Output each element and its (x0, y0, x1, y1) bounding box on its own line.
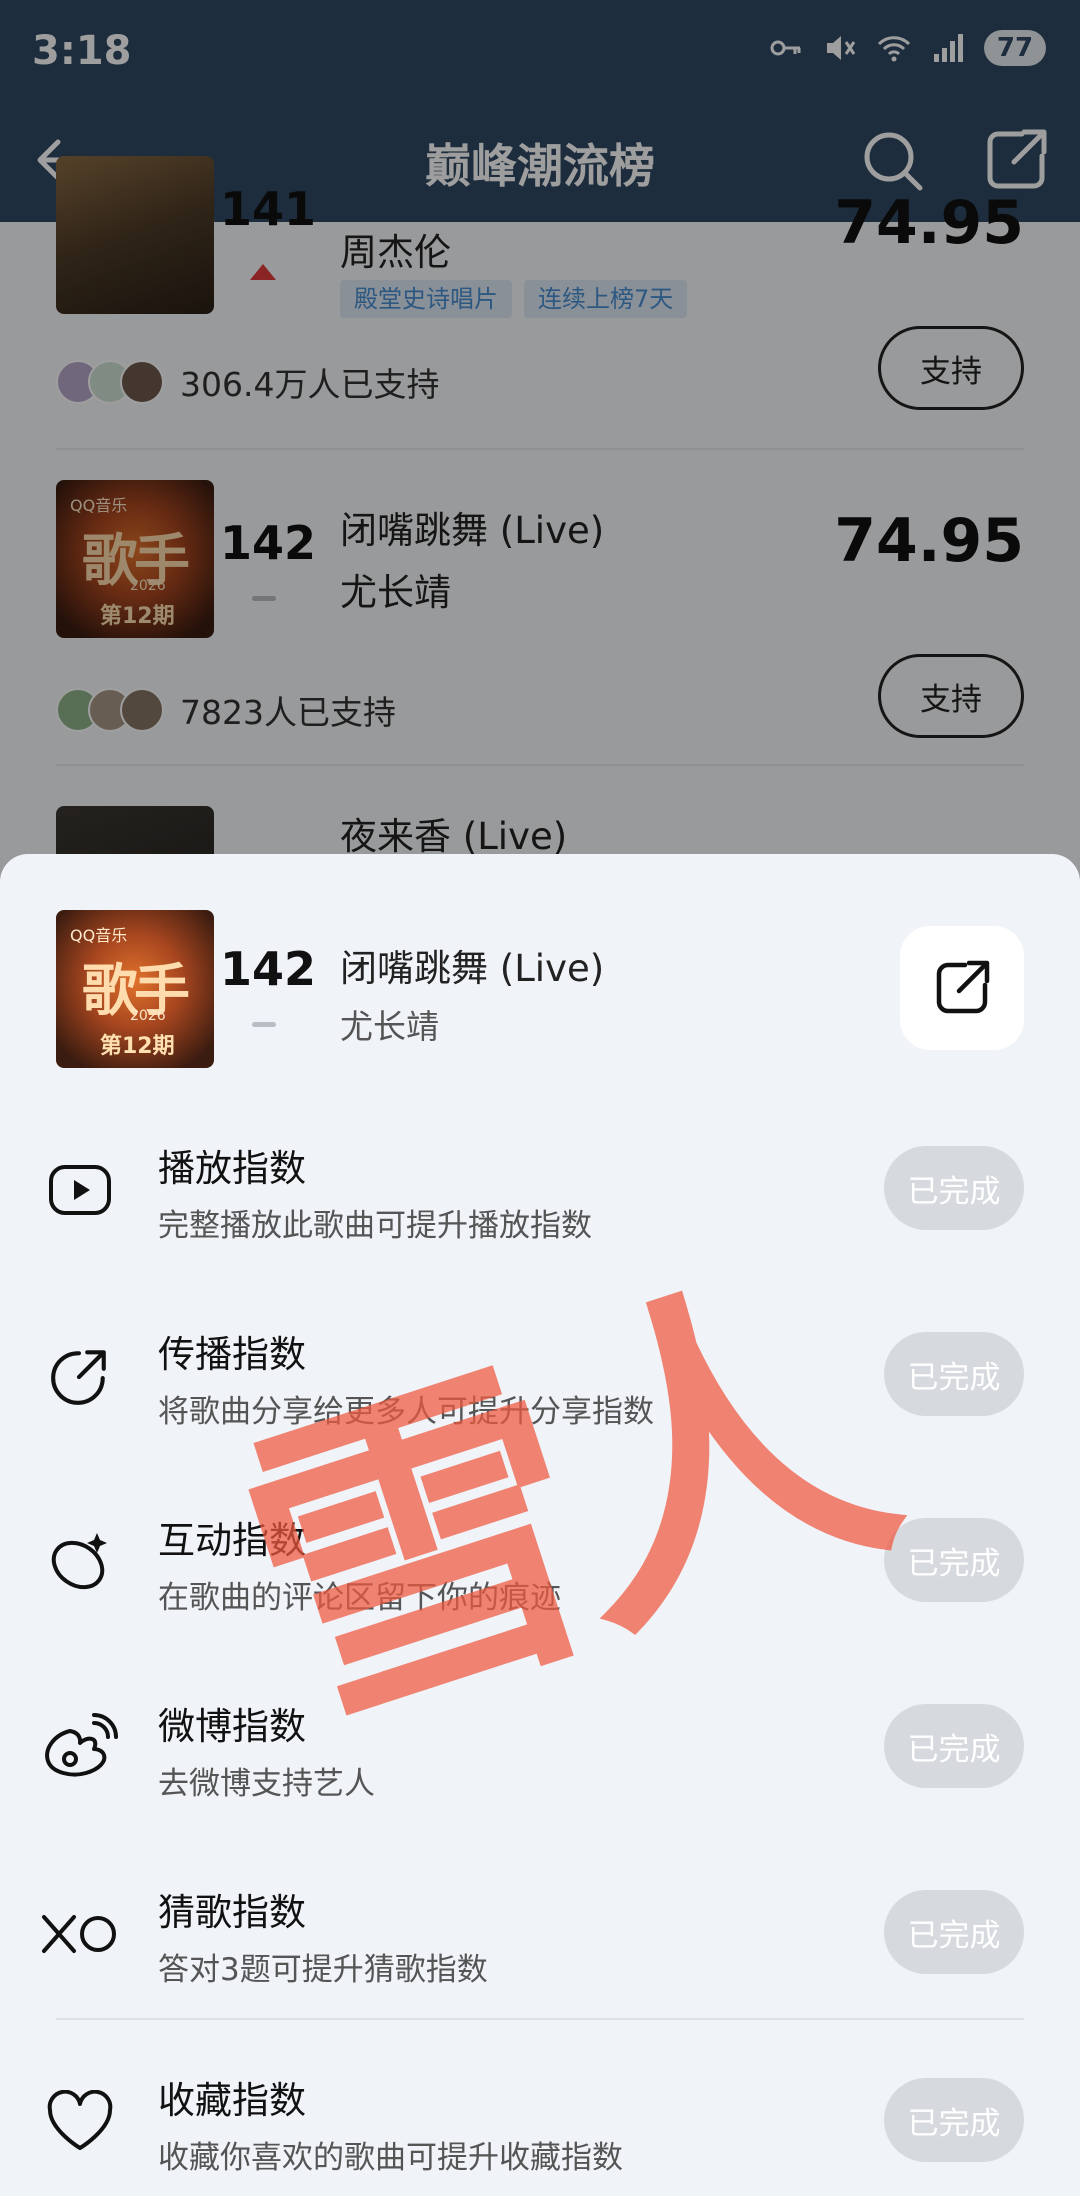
weibo-icon (40, 1708, 120, 1788)
task-guess: 猜歌指数 答对3题可提升猜歌指数 已完成 (0, 1858, 1080, 2008)
task-title: 互动指数 (158, 1519, 306, 1562)
share-button[interactable] (900, 926, 1024, 1050)
task-weibo: 微博指数 去微博支持艺人 已完成 (0, 1672, 1080, 1822)
task-title: 收藏指数 (158, 2079, 306, 2122)
cover-brand: QQ音乐 (70, 926, 128, 945)
task-title: 微博指数 (158, 1705, 306, 1748)
task-status-button[interactable]: 已完成 (884, 1332, 1024, 1416)
task-status-button[interactable]: 已完成 (884, 1518, 1024, 1602)
task-interaction: 互动指数 在歌曲的评论区留下你的痕迹 已完成 (0, 1486, 1080, 1636)
rank-number: 142 (220, 942, 317, 996)
comment-icon (40, 1522, 120, 1602)
album-cover: QQ音乐 歌手 2026 第12期 (56, 910, 214, 1068)
task-status-button[interactable]: 已完成 (884, 1890, 1024, 1974)
boost-sheet: QQ音乐 歌手 2026 第12期 142 闭嘴跳舞 (Live) 尤长靖 播放… (0, 854, 1080, 2196)
task-favorite: 收藏指数 收藏你喜欢的歌曲可提升收藏指数 已完成 (0, 2046, 1080, 2196)
task-title: 播放指数 (158, 1147, 306, 1190)
task-description: 答对3题可提升猜歌指数 (158, 1952, 488, 1988)
share-icon (40, 1336, 120, 1416)
cover-year: 2026 (130, 1008, 166, 1024)
divider (56, 2018, 1024, 2020)
task-description: 收藏你喜欢的歌曲可提升收藏指数 (158, 2140, 623, 2176)
task-title: 传播指数 (158, 1333, 306, 1376)
xo-icon (40, 1894, 120, 1974)
rank-unchanged-icon (252, 1022, 276, 1027)
play-icon (40, 1150, 120, 1230)
task-status-button[interactable]: 已完成 (884, 2078, 1024, 2162)
task-status-button[interactable]: 已完成 (884, 1146, 1024, 1230)
share-icon (936, 960, 990, 1014)
artist-name: 尤长靖 (340, 1007, 439, 1046)
task-title: 猜歌指数 (158, 1891, 306, 1934)
cover-episode: 第12期 (100, 1034, 175, 1059)
task-description: 去微博支持艺人 (158, 1766, 375, 1802)
heart-icon (40, 2082, 120, 2162)
task-status-button[interactable]: 已完成 (884, 1704, 1024, 1788)
task-description: 将歌曲分享给更多人可提升分享指数 (158, 1394, 654, 1430)
task-share: 传播指数 将歌曲分享给更多人可提升分享指数 已完成 (0, 1300, 1080, 1450)
task-description: 完整播放此歌曲可提升播放指数 (158, 1208, 592, 1244)
song-title: 闭嘴跳舞 (Live) (340, 947, 605, 990)
task-description: 在歌曲的评论区留下你的痕迹 (158, 1580, 561, 1616)
task-play: 播放指数 完整播放此歌曲可提升播放指数 已完成 (0, 1114, 1080, 1264)
